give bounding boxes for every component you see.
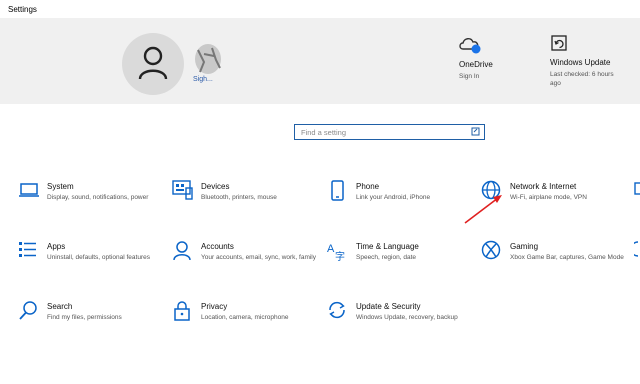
- user-icon: [138, 46, 168, 80]
- tile-search[interactable]: Search Find my files, permissions: [18, 300, 168, 352]
- search-placeholder: Find a setting: [301, 128, 347, 137]
- tile-apps[interactable]: Apps Uninstall, defaults, optional featu…: [18, 240, 168, 292]
- tile-name: Time & Language: [356, 242, 419, 251]
- tile-name: Privacy: [201, 302, 228, 311]
- windows-update-status: Last checked: 6 hours ago: [550, 71, 614, 87]
- account-banner: Sigh... OneDrive Sign In Windows Update …: [0, 18, 640, 104]
- xbox-icon: [481, 240, 501, 260]
- lock-icon: [174, 301, 190, 321]
- tile-phone[interactable]: Phone Link your Android, iPhone: [327, 180, 477, 232]
- tile-name: Devices: [201, 182, 230, 191]
- tile-name: Update & Security: [356, 302, 421, 311]
- magnifier-icon[interactable]: [471, 127, 481, 137]
- search-input[interactable]: Find a setting: [294, 124, 485, 140]
- tile-gaming[interactable]: Gaming Xbox Game Bar, captures, Game Mod…: [481, 240, 631, 292]
- tile-update-security[interactable]: Update & Security Windows Update, recove…: [327, 300, 477, 352]
- tile-privacy[interactable]: Privacy Location, camera, microphone: [172, 300, 322, 352]
- tile-description: Wi-Fi, airplane mode, VPN: [510, 194, 587, 201]
- tile-name: Gaming: [510, 242, 539, 251]
- tile-description: Location, camera, microphone: [201, 314, 289, 321]
- tile-description: Windows Update, recovery, backup: [356, 314, 458, 321]
- personalization-icon[interactable]: [634, 181, 640, 197]
- keyboard-icon: [172, 180, 193, 200]
- tile-name: Phone: [356, 182, 380, 191]
- ease-of-access-icon[interactable]: [634, 240, 640, 258]
- svg-text:A: A: [327, 243, 335, 255]
- onedrive-title: OneDrive: [459, 60, 493, 69]
- tile-system[interactable]: System Display, sound, notifications, po…: [18, 180, 168, 232]
- account-name[interactable]: Sigh...: [193, 76, 213, 83]
- annotation-arrow: [464, 195, 502, 224]
- tile-devices[interactable]: Devices Bluetooth, printers, mouse: [172, 180, 322, 232]
- apps-list-icon: [19, 242, 36, 257]
- title-bar: Settings: [0, 0, 640, 18]
- search-icon: [19, 301, 37, 320]
- time-language-icon: A 字: [327, 243, 345, 262]
- window-title: Settings: [8, 5, 37, 14]
- tile-name: System: [47, 182, 74, 191]
- tile-description: Your accounts, email, sync, work, family: [201, 254, 316, 261]
- onedrive-link[interactable]: OneDrive Sign In: [459, 35, 493, 81]
- tile-name: Apps: [47, 242, 66, 251]
- windows-update-icon: [551, 35, 567, 51]
- tile-time-language[interactable]: A 字 Time & Language Speech, region, date: [327, 240, 477, 292]
- tile-description: Link your Android, iPhone: [356, 194, 431, 201]
- windows-update-link[interactable]: Windows Update Last checked: 6 hours ago: [550, 35, 620, 88]
- svg-text:字: 字: [335, 250, 345, 262]
- tile-description: Speech, region, date: [356, 254, 416, 261]
- tile-description: Uninstall, defaults, optional features: [47, 254, 150, 261]
- tile-description: Display, sound, notifications, power: [47, 194, 149, 201]
- windows-update-title: Windows Update: [550, 58, 611, 67]
- tile-name: Accounts: [201, 242, 234, 251]
- onedrive-icon: [459, 38, 481, 54]
- tile-description: Xbox Game Bar, captures, Game Mode: [510, 254, 624, 261]
- onedrive-status: Sign In: [459, 73, 480, 80]
- avatar[interactable]: [122, 33, 184, 95]
- tile-accounts[interactable]: Accounts Your accounts, email, sync, wor…: [172, 240, 322, 292]
- tile-name: Search: [47, 302, 73, 311]
- tile-description: Bluetooth, printers, mouse: [201, 194, 277, 201]
- person-icon: [173, 241, 191, 261]
- phone-icon: [331, 180, 344, 201]
- laptop-icon: [19, 183, 39, 197]
- refresh-icon: [329, 301, 345, 319]
- tile-name: Network & Internet: [510, 182, 577, 191]
- tile-description: Find my files, permissions: [47, 314, 122, 321]
